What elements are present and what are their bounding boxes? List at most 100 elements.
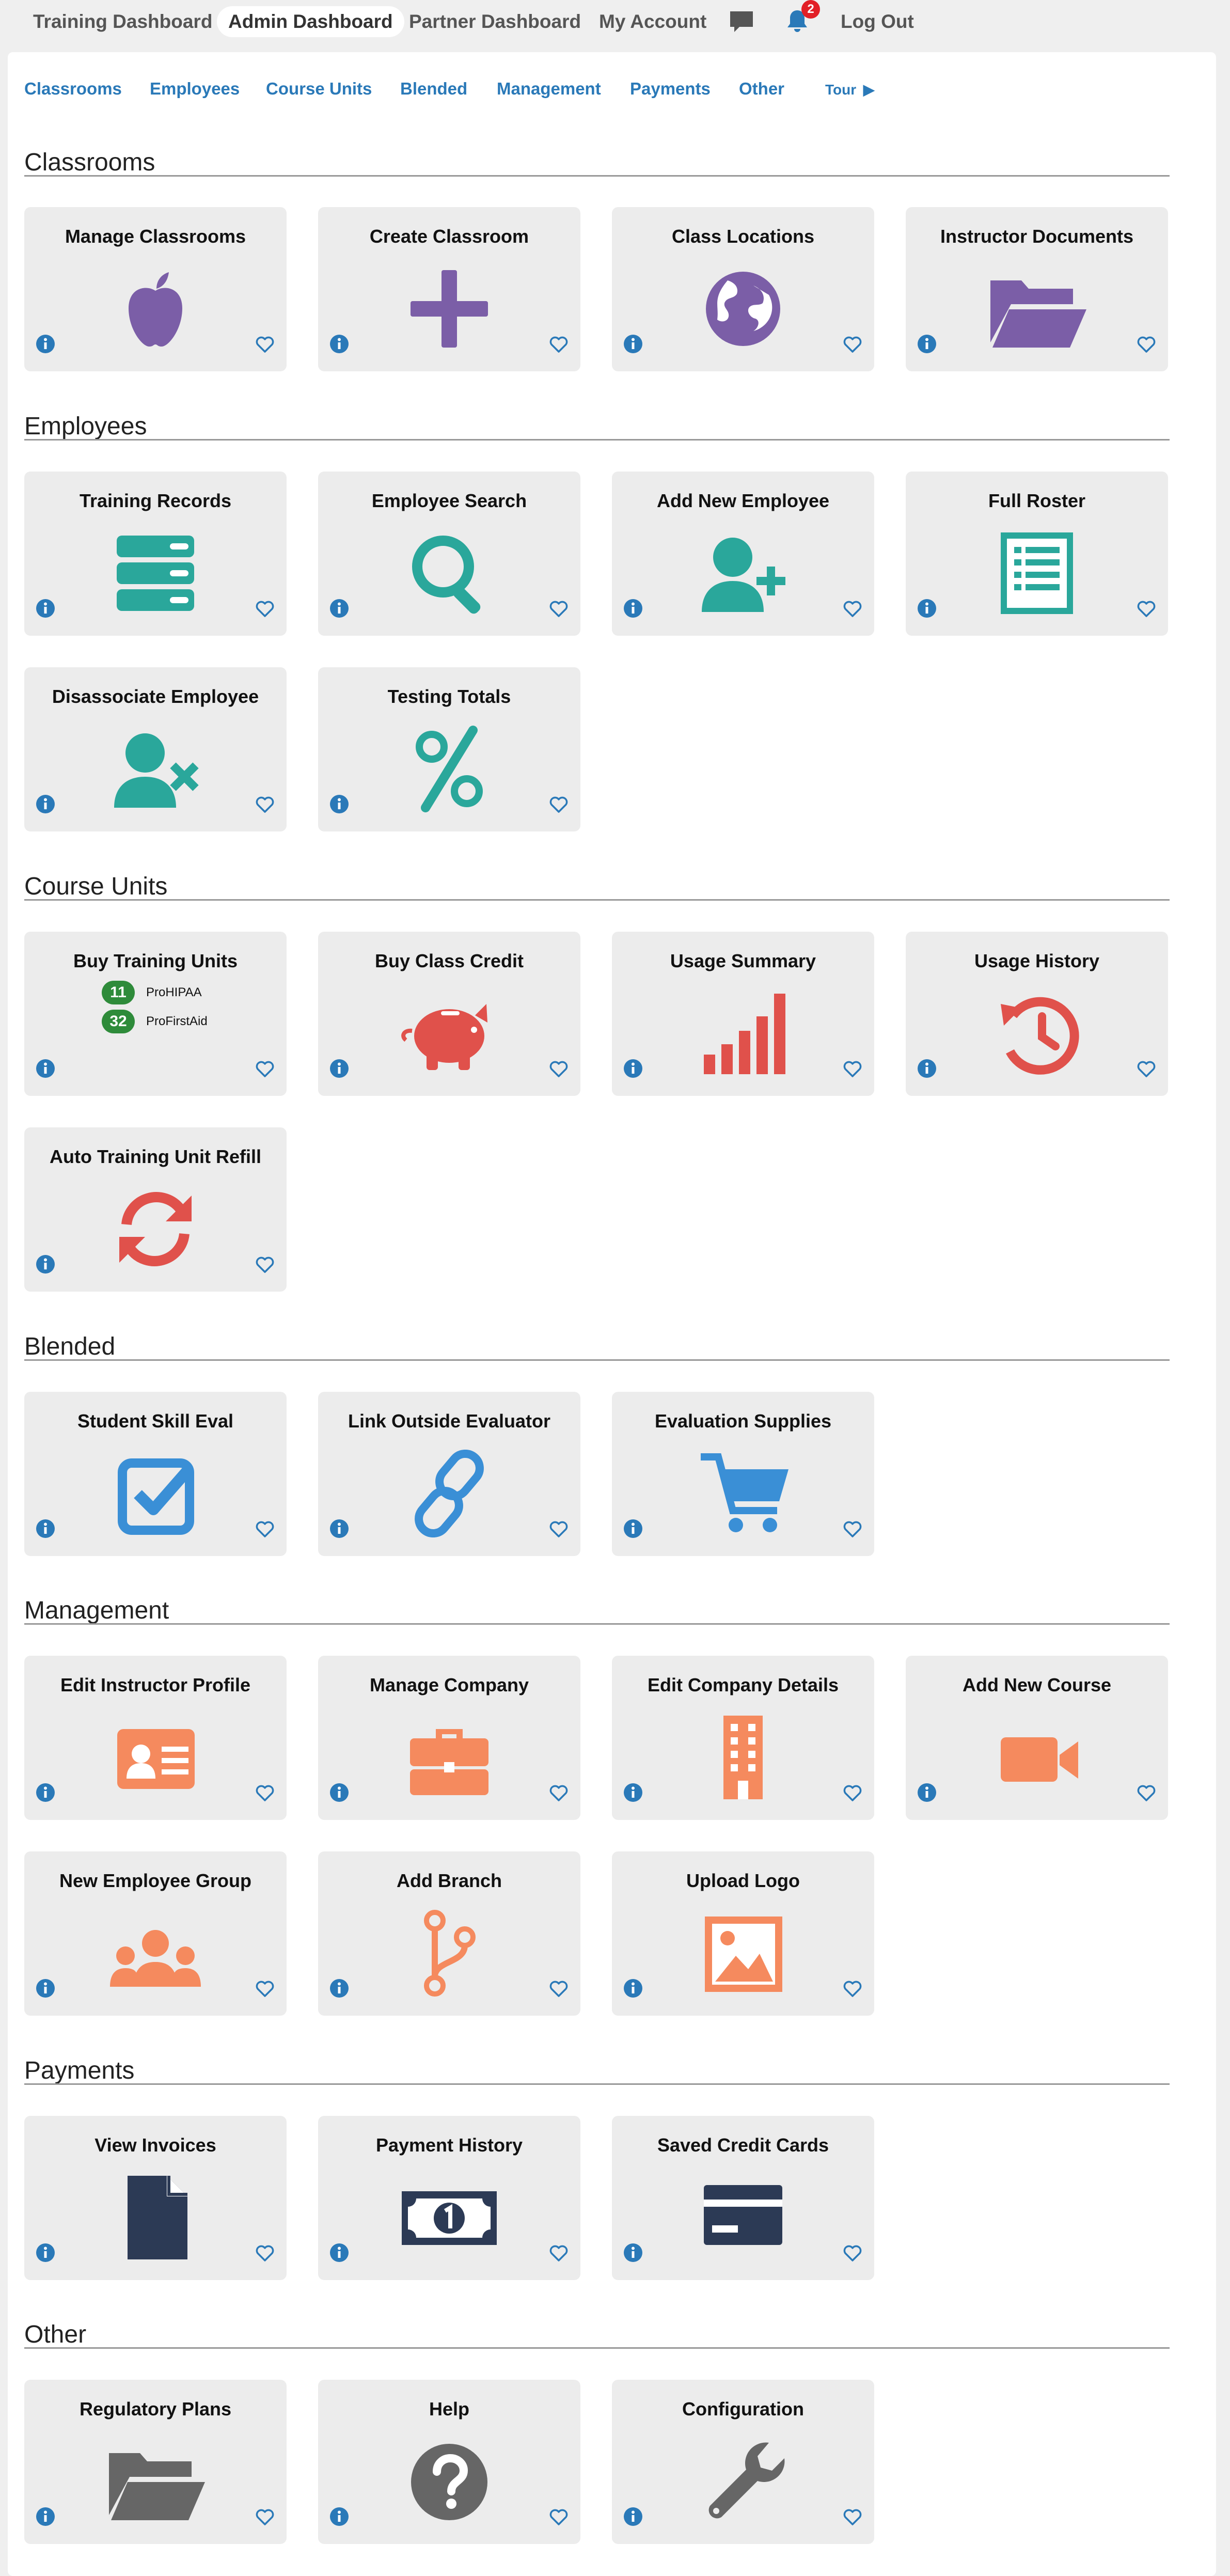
favorite-heart-icon[interactable] bbox=[842, 1059, 863, 1079]
jump-other[interactable]: Other bbox=[739, 79, 784, 99]
info-icon[interactable] bbox=[917, 1059, 937, 1078]
card-buy-training-units[interactable]: Buy Training Units 11 ProHIPAA 32 ProFir… bbox=[24, 932, 287, 1096]
favorite-heart-icon[interactable] bbox=[842, 2243, 863, 2264]
favorite-heart-icon[interactable] bbox=[255, 2507, 275, 2527]
messages-icon[interactable] bbox=[728, 9, 755, 40]
info-icon[interactable] bbox=[623, 1783, 643, 1802]
info-icon[interactable] bbox=[36, 794, 55, 814]
favorite-heart-icon[interactable] bbox=[842, 1978, 863, 1999]
favorite-heart-icon[interactable] bbox=[842, 2507, 863, 2527]
info-icon[interactable] bbox=[36, 1978, 55, 1998]
card-link-outside-evaluator[interactable]: Link Outside Evaluator bbox=[318, 1392, 580, 1556]
card-student-skill-eval[interactable]: Student Skill Eval bbox=[24, 1392, 287, 1556]
info-icon[interactable] bbox=[329, 334, 349, 354]
nav-admin-dashboard[interactable]: Admin Dashboard bbox=[217, 6, 404, 37]
card-configuration[interactable]: Configuration bbox=[612, 2380, 874, 2544]
favorite-heart-icon[interactable] bbox=[842, 334, 863, 355]
info-icon[interactable] bbox=[917, 1783, 937, 1802]
favorite-heart-icon[interactable] bbox=[255, 1978, 275, 1999]
favorite-heart-icon[interactable] bbox=[1136, 1059, 1157, 1079]
info-icon[interactable] bbox=[917, 334, 937, 354]
jump-employees[interactable]: Employees bbox=[150, 79, 240, 99]
jump-course-units[interactable]: Course Units bbox=[266, 79, 372, 99]
info-icon[interactable] bbox=[36, 1059, 55, 1078]
card-auto-training-unit-refill[interactable]: Auto Training Unit Refill bbox=[24, 1127, 287, 1292]
card-add-new-course[interactable]: Add New Course bbox=[906, 1656, 1168, 1820]
info-icon[interactable] bbox=[917, 599, 937, 618]
info-icon[interactable] bbox=[329, 1059, 349, 1078]
info-icon[interactable] bbox=[36, 1519, 55, 1538]
favorite-heart-icon[interactable] bbox=[548, 1059, 569, 1079]
info-icon[interactable] bbox=[623, 1059, 643, 1078]
nav-partner-dashboard[interactable]: Partner Dashboard bbox=[409, 6, 581, 37]
card-usage-summary[interactable]: Usage Summary bbox=[612, 932, 874, 1096]
info-icon[interactable] bbox=[329, 1783, 349, 1802]
info-icon[interactable] bbox=[623, 334, 643, 354]
card-manage-classrooms[interactable]: Manage Classrooms bbox=[24, 207, 287, 371]
favorite-heart-icon[interactable] bbox=[255, 1519, 275, 1540]
card-upload-logo[interactable]: Upload Logo bbox=[612, 1851, 874, 2016]
card-edit-company-details[interactable]: Edit Company Details bbox=[612, 1656, 874, 1820]
card-add-branch[interactable]: Add Branch bbox=[318, 1851, 580, 2016]
info-icon[interactable] bbox=[36, 2507, 55, 2526]
card-training-records[interactable]: Training Records bbox=[24, 472, 287, 636]
favorite-heart-icon[interactable] bbox=[842, 599, 863, 619]
info-icon[interactable] bbox=[329, 599, 349, 618]
card-help[interactable]: Help bbox=[318, 2380, 580, 2544]
card-instructor-documents[interactable]: Instructor Documents bbox=[906, 207, 1168, 371]
favorite-heart-icon[interactable] bbox=[255, 794, 275, 815]
favorite-heart-icon[interactable] bbox=[548, 599, 569, 619]
nav-training-dashboard[interactable]: Training Dashboard bbox=[33, 6, 212, 37]
favorite-heart-icon[interactable] bbox=[255, 1254, 275, 1275]
info-icon[interactable] bbox=[329, 1519, 349, 1538]
info-icon[interactable] bbox=[329, 2507, 349, 2526]
favorite-heart-icon[interactable] bbox=[255, 1059, 275, 1079]
jump-management[interactable]: Management bbox=[497, 79, 601, 99]
nav-my-account[interactable]: My Account bbox=[599, 6, 706, 37]
favorite-heart-icon[interactable] bbox=[1136, 599, 1157, 619]
favorite-heart-icon[interactable] bbox=[255, 334, 275, 355]
card-testing-totals[interactable]: Testing Totals bbox=[318, 667, 580, 831]
favorite-heart-icon[interactable] bbox=[842, 1519, 863, 1540]
card-class-locations[interactable]: Class Locations bbox=[612, 207, 874, 371]
info-icon[interactable] bbox=[623, 2243, 643, 2263]
info-icon[interactable] bbox=[623, 2507, 643, 2526]
card-payment-history[interactable]: Payment History bbox=[318, 2116, 580, 2280]
jump-classrooms[interactable]: Classrooms bbox=[24, 79, 122, 99]
info-icon[interactable] bbox=[623, 1519, 643, 1538]
favorite-heart-icon[interactable] bbox=[548, 2243, 569, 2264]
jump-payments[interactable]: Payments bbox=[630, 79, 711, 99]
favorite-heart-icon[interactable] bbox=[255, 1783, 275, 1803]
card-employee-search[interactable]: Employee Search bbox=[318, 472, 580, 636]
favorite-heart-icon[interactable] bbox=[842, 1783, 863, 1803]
card-edit-instructor-profile[interactable]: Edit Instructor Profile bbox=[24, 1656, 287, 1820]
favorite-heart-icon[interactable] bbox=[548, 1783, 569, 1803]
favorite-heart-icon[interactable] bbox=[1136, 334, 1157, 355]
favorite-heart-icon[interactable] bbox=[255, 599, 275, 619]
info-icon[interactable] bbox=[36, 1783, 55, 1802]
info-icon[interactable] bbox=[623, 599, 643, 618]
favorite-heart-icon[interactable] bbox=[548, 794, 569, 815]
info-icon[interactable] bbox=[36, 2243, 55, 2263]
card-evaluation-supplies[interactable]: Evaluation Supplies bbox=[612, 1392, 874, 1556]
favorite-heart-icon[interactable] bbox=[548, 1978, 569, 1999]
info-icon[interactable] bbox=[329, 794, 349, 814]
info-icon[interactable] bbox=[36, 334, 55, 354]
tour-link[interactable]: Tour ▶ bbox=[825, 81, 874, 98]
info-icon[interactable] bbox=[36, 1254, 55, 1274]
card-view-invoices[interactable]: View Invoices bbox=[24, 2116, 287, 2280]
card-new-employee-group[interactable]: New Employee Group bbox=[24, 1851, 287, 2016]
info-icon[interactable] bbox=[36, 599, 55, 618]
info-icon[interactable] bbox=[329, 2243, 349, 2263]
favorite-heart-icon[interactable] bbox=[548, 2507, 569, 2527]
card-buy-class-credit[interactable]: Buy Class Credit bbox=[318, 932, 580, 1096]
info-icon[interactable] bbox=[623, 1978, 643, 1998]
jump-blended[interactable]: Blended bbox=[400, 79, 467, 99]
card-regulatory-plans[interactable]: Regulatory Plans bbox=[24, 2380, 287, 2544]
info-icon[interactable] bbox=[329, 1978, 349, 1998]
favorite-heart-icon[interactable] bbox=[548, 1519, 569, 1540]
favorite-heart-icon[interactable] bbox=[255, 2243, 275, 2264]
card-full-roster[interactable]: Full Roster bbox=[906, 472, 1168, 636]
nav-log-out[interactable]: Log Out bbox=[841, 6, 914, 37]
notifications-bell-icon[interactable]: 2 bbox=[786, 0, 820, 35]
